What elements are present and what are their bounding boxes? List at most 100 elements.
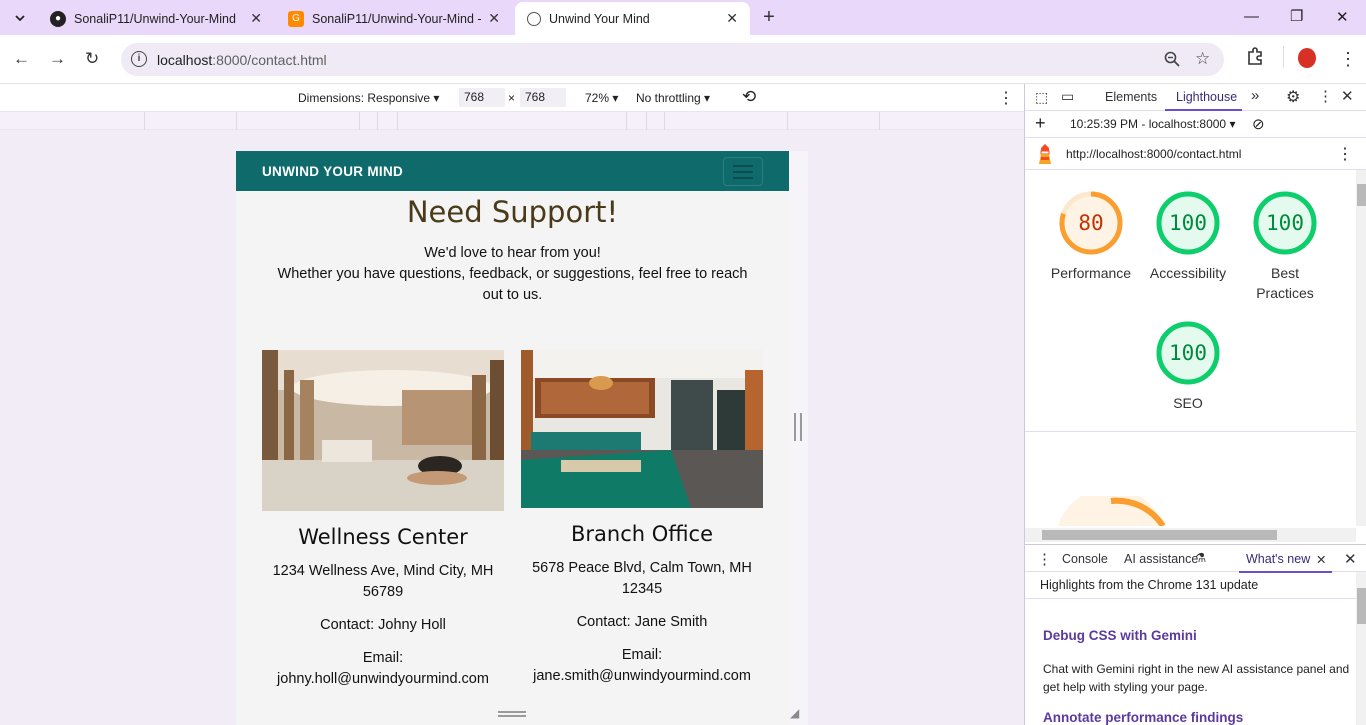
site-info-icon[interactable]: i bbox=[131, 51, 147, 67]
tab-title: Unwind Your Mind bbox=[549, 11, 650, 26]
profile-avatar[interactable] bbox=[1298, 48, 1316, 68]
more-options-icon[interactable]: ⋮ bbox=[998, 88, 1014, 108]
tab-title: SonaliP11/Unwind-Your-Mind bbox=[74, 11, 236, 26]
zoom-select[interactable]: 72% ▾ bbox=[585, 91, 618, 105]
score-label: Accessibility bbox=[1149, 265, 1227, 281]
score-gauge-performance[interactable]: 80 Performance bbox=[1042, 190, 1140, 283]
intro-text: We'd love to hear from you! Whether you … bbox=[266, 243, 759, 306]
feature-title[interactable]: Debug CSS with Gemini bbox=[1043, 628, 1197, 643]
dimensions-select[interactable]: Dimensions: Responsive ▾ bbox=[298, 91, 439, 105]
device-toolbar-toggle-icon[interactable]: ▭ bbox=[1061, 88, 1074, 105]
tab-elements[interactable]: Elements bbox=[1105, 90, 1157, 104]
report-url[interactable]: http://localhost:8000/contact.html bbox=[1066, 147, 1241, 161]
new-report-icon[interactable]: + bbox=[1035, 113, 1046, 134]
tab-whats-new[interactable]: What's new bbox=[1246, 552, 1310, 566]
score-gauge-accessibility[interactable]: 100 Accessibility bbox=[1139, 190, 1237, 283]
score-gauge-seo[interactable]: 100 SEO bbox=[1139, 320, 1237, 413]
restore-button[interactable]: ❐ bbox=[1290, 7, 1303, 25]
devtools-menu-icon[interactable]: ⋮ bbox=[1318, 87, 1333, 105]
new-tab-button[interactable]: + bbox=[758, 6, 780, 28]
lighthouse-vertical-scrollbar[interactable] bbox=[1356, 170, 1366, 526]
width-input[interactable]: 768 bbox=[459, 88, 505, 107]
address-bar[interactable]: i localhost:8000/contact.html ☆ bbox=[121, 43, 1224, 76]
rotate-icon[interactable]: ⟲ bbox=[742, 87, 756, 107]
office-email[interactable]: jane.smith@unwindyourmind.com bbox=[533, 668, 751, 684]
flask-icon: ⚗ bbox=[1195, 551, 1207, 565]
gauge-ring: 100 bbox=[1155, 190, 1221, 256]
email-label: Email: bbox=[621, 647, 663, 663]
throttling-value: No throttling bbox=[636, 91, 701, 105]
office-address: 1234 Wellness Ave, Mind City, MH 56789 bbox=[272, 563, 494, 600]
whats-new-panel: Highlights from the Chrome 131 update De… bbox=[1025, 572, 1356, 725]
github-icon: ● bbox=[50, 10, 66, 27]
scroll-thumb[interactable] bbox=[1357, 588, 1366, 624]
inspect-element-icon[interactable]: ⬚ bbox=[1035, 89, 1048, 106]
tab-gitpod[interactable]: G SonaliP11/Unwind-Your-Mind - ✕ bbox=[276, 2, 512, 35]
office-contact: Contact: Jane Smith bbox=[576, 614, 708, 630]
score-gauge-best-practices[interactable]: 100 Best Practices bbox=[1236, 190, 1334, 303]
gauge-ring: 100 bbox=[1252, 190, 1318, 256]
lighthouse-horizontal-scrollbar[interactable] bbox=[1025, 528, 1356, 542]
resize-handle-corner[interactable]: ◢ bbox=[790, 706, 799, 720]
tab-lighthouse[interactable]: Lighthouse bbox=[1176, 90, 1237, 104]
tab-console[interactable]: Console bbox=[1062, 552, 1108, 566]
close-tab-icon[interactable]: ✕ bbox=[1316, 552, 1326, 567]
height-input[interactable]: 768 bbox=[520, 88, 566, 107]
hamburger-menu-icon[interactable] bbox=[723, 157, 763, 186]
back-button[interactable]: ← bbox=[13, 49, 30, 69]
close-window-button[interactable]: ✕ bbox=[1336, 8, 1349, 26]
media-query-bar[interactable] bbox=[0, 111, 1024, 131]
chrome-menu-icon[interactable]: ⋮ bbox=[1339, 49, 1357, 70]
gauge-ring: 80 bbox=[1058, 190, 1124, 256]
close-icon[interactable]: ✕ bbox=[250, 10, 262, 27]
score-value: 100 bbox=[1169, 341, 1207, 365]
extensions-icon[interactable] bbox=[1246, 47, 1264, 70]
reload-button[interactable]: ↻ bbox=[85, 49, 99, 69]
wellness-center-photo bbox=[262, 350, 504, 511]
tab-unwind-your-mind[interactable]: Unwind Your Mind ✕ bbox=[515, 2, 750, 35]
lighthouse-scores: 80 Performance 100 Accessibility 100 Bes… bbox=[1025, 170, 1356, 432]
tab-github[interactable]: ● SonaliP11/Unwind-Your-Mind ✕ bbox=[38, 2, 274, 35]
tab-search-button[interactable] bbox=[8, 6, 32, 30]
zoom-value: 72% bbox=[585, 91, 610, 105]
office-email-block: Email: johny.holl@unwindyourmind.com bbox=[262, 648, 504, 690]
settings-gear-icon[interactable]: ⚙ bbox=[1286, 87, 1300, 107]
forward-button[interactable]: → bbox=[49, 49, 66, 69]
bookmark-star-icon[interactable]: ☆ bbox=[1195, 49, 1210, 69]
site-brand[interactable]: UNWIND YOUR MIND bbox=[262, 164, 403, 179]
office-address: 5678 Peace Blvd, Calm Town, MH 12345 bbox=[532, 560, 752, 597]
close-devtools-icon[interactable]: ✕ bbox=[1341, 87, 1354, 105]
drawer-menu-icon[interactable]: ⋮ bbox=[1037, 550, 1052, 568]
url-path: :8000/contact.html bbox=[212, 52, 327, 68]
feature-body: Chat with Gemini right in the new AI ass… bbox=[1043, 662, 1350, 694]
clear-reports-icon[interactable]: ⊘ bbox=[1252, 115, 1265, 133]
office-card-wellness-center: Wellness Center 1234 Wellness Ave, Mind … bbox=[262, 350, 504, 690]
close-drawer-icon[interactable]: ✕ bbox=[1344, 550, 1357, 568]
office-email[interactable]: johny.holl@unwindyourmind.com bbox=[277, 671, 489, 687]
report-selector[interactable]: 10:25:39 PM - localhost:8000 ▾ bbox=[1070, 117, 1235, 131]
feature-title[interactable]: Annotate performance findings bbox=[1043, 710, 1243, 725]
zoom-icon[interactable] bbox=[1164, 51, 1180, 71]
office-email-block: Email: jane.smith@unwindyourmind.com bbox=[521, 645, 763, 687]
scroll-thumb[interactable] bbox=[1357, 184, 1366, 206]
intro-line-2: Whether you have questions, feedback, or… bbox=[277, 266, 748, 303]
resize-handle-bottom[interactable] bbox=[498, 711, 526, 717]
browser-toolbar: ← → ↻ i localhost:8000/contact.html ☆ ⋮ bbox=[0, 35, 1366, 84]
whats-new-scrollbar[interactable] bbox=[1356, 572, 1366, 725]
intro-line-1: We'd love to hear from you! bbox=[424, 245, 601, 261]
close-icon[interactable]: ✕ bbox=[488, 10, 500, 27]
resize-handle-right[interactable] bbox=[794, 413, 802, 441]
report-menu-icon[interactable]: ⋮ bbox=[1337, 144, 1353, 164]
tab-ai-assistance[interactable]: AI assistance bbox=[1124, 552, 1198, 566]
close-icon[interactable]: ✕ bbox=[726, 10, 738, 27]
score-label: SEO bbox=[1173, 395, 1203, 411]
score-label: Best Practices bbox=[1256, 265, 1314, 301]
office-contact: Contact: Johny Holl bbox=[320, 617, 446, 633]
office-card-branch-office: Branch Office 5678 Peace Blvd, Calm Town… bbox=[521, 350, 763, 687]
more-tabs-icon[interactable]: » bbox=[1251, 87, 1259, 104]
minimize-button[interactable]: — bbox=[1244, 8, 1259, 25]
scroll-thumb[interactable] bbox=[1042, 530, 1277, 540]
office-name: Wellness Center bbox=[298, 525, 468, 549]
throttling-select[interactable]: No throttling ▾ bbox=[636, 91, 710, 105]
url-text: localhost:8000/contact.html bbox=[157, 52, 327, 68]
